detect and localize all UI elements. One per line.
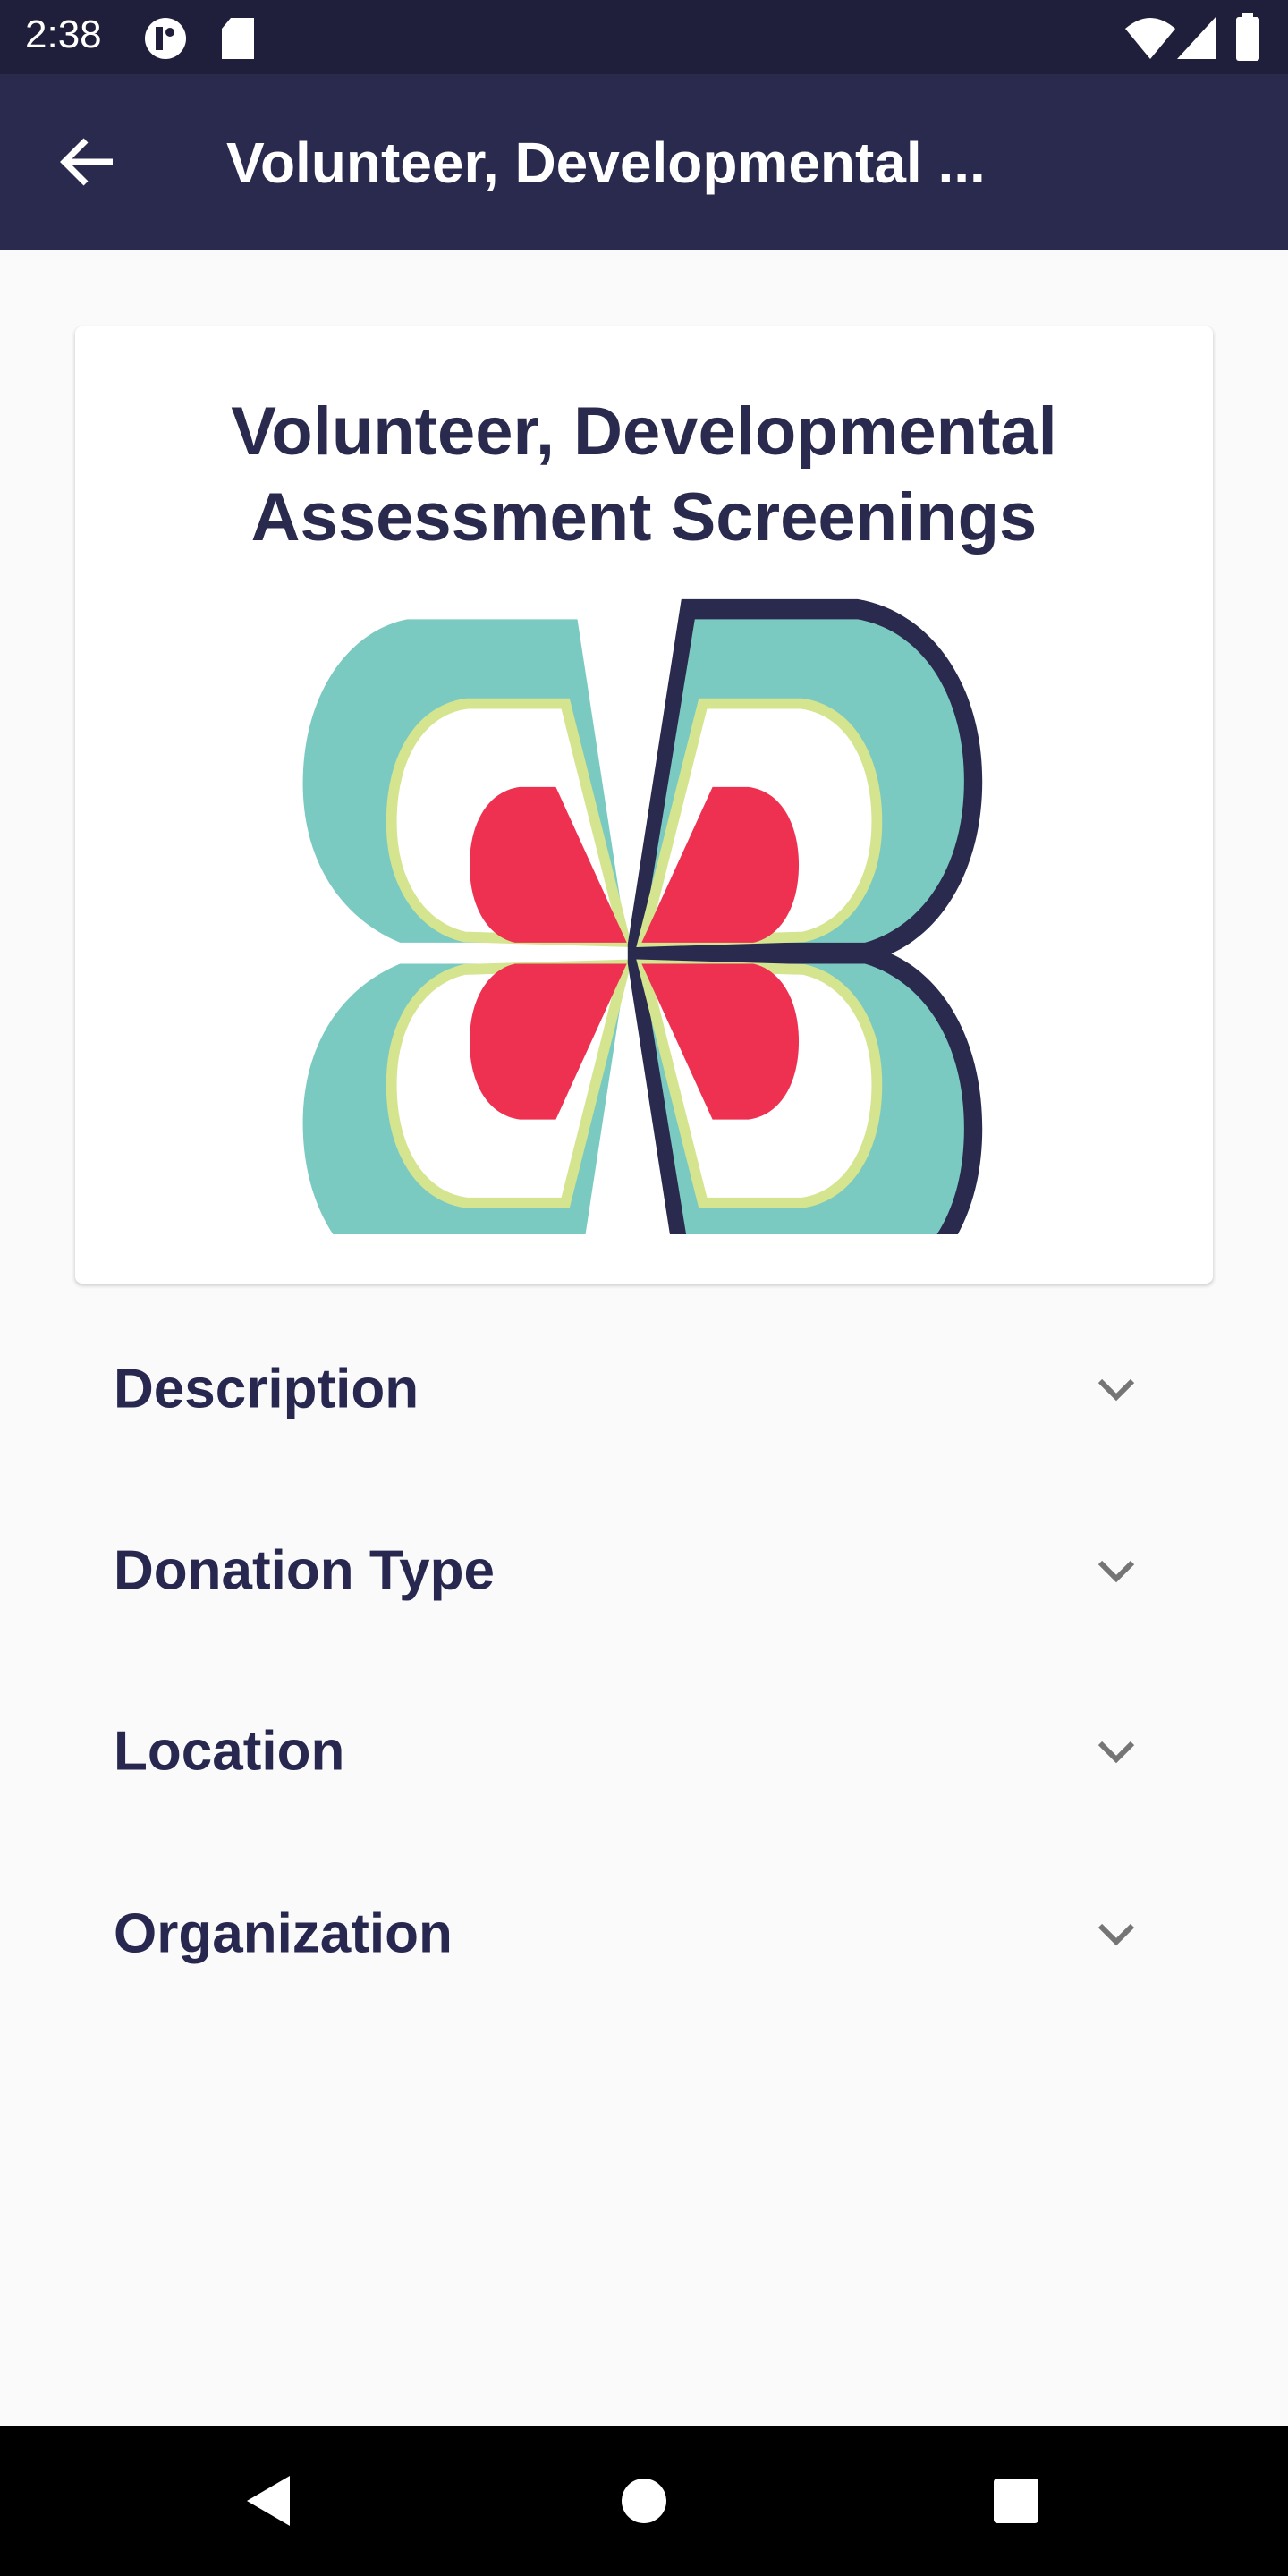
battery-icon: [1236, 13, 1259, 61]
section-label: Organization: [114, 1902, 453, 1965]
app-bar: Volunteer, Developmental ...: [0, 74, 1288, 250]
section-donation-type[interactable]: Donation Type: [75, 1490, 1213, 1651]
sd-card-icon: [222, 18, 254, 59]
nav-recents-icon[interactable]: [989, 2474, 1043, 2528]
nav-back-icon[interactable]: [243, 2474, 297, 2528]
chevron-down-icon: [1097, 1378, 1135, 1402]
section-label: Donation Type: [114, 1539, 495, 1602]
back-arrow-icon[interactable]: [54, 128, 122, 196]
status-time: 2:38: [25, 13, 102, 56]
notification-icon: [145, 18, 186, 59]
nav-home-icon[interactable]: [617, 2474, 671, 2528]
wifi-icon: [1125, 18, 1175, 59]
section-location[interactable]: Location: [75, 1671, 1213, 1832]
event-title-line1: Volunteer, Developmental: [231, 394, 1057, 470]
section-description[interactable]: Description: [75, 1309, 1213, 1470]
chevron-down-icon: [1097, 1741, 1135, 1764]
status-bar: 2:38: [0, 0, 1288, 74]
event-title-line2: Assessment Screenings: [250, 479, 1038, 555]
section-organization[interactable]: Organization: [75, 1853, 1213, 2014]
chevron-down-icon: [1097, 1923, 1135, 1946]
section-label: Description: [114, 1358, 419, 1420]
chevron-down-icon: [1097, 1560, 1135, 1583]
signal-icon: [1177, 16, 1216, 59]
event-title: Volunteer, Developmental Assessment Scre…: [75, 389, 1213, 561]
section-label: Location: [114, 1720, 345, 1783]
system-nav-bar: [0, 2426, 1288, 2576]
page-title: Volunteer, Developmental ...: [226, 131, 986, 195]
organization-logo: [268, 598, 983, 1234]
event-card: Volunteer, Developmental Assessment Scre…: [75, 326, 1213, 1284]
